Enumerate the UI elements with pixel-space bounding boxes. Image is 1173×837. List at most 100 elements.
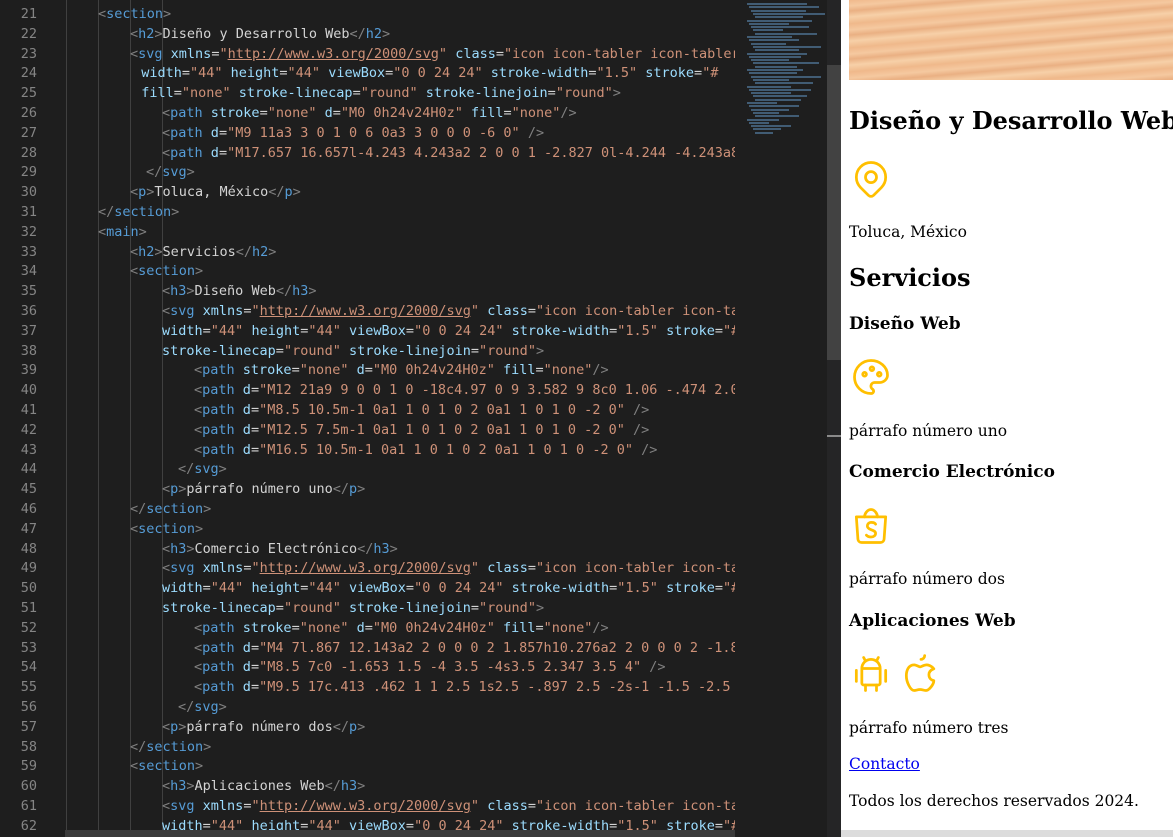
code-line[interactable]: <path d="M12 21a9 9 0 0 1 0 -18c4.97 0 9… [194,381,735,401]
services-title: Servicios [849,263,971,292]
code-token: < [162,124,171,141]
code-line[interactable]: fill="none" stroke-linecap="round" strok… [141,84,621,104]
code-line[interactable]: width="44" height="44" viewBox="0 0 24 2… [141,64,718,84]
code-line[interactable]: </svg> [178,698,227,718]
code-token: section [146,501,204,517]
code-line[interactable]: width="44" height="44" viewBox="0 0 24 2… [162,322,735,342]
code-line[interactable]: <p>Toluca, México</p> [130,183,301,203]
preview-horizontal-scrollbar[interactable] [841,830,1173,837]
code-line[interactable]: <section> [130,262,203,282]
code-token: = [181,65,190,82]
code-line[interactable]: <p>párrafo número uno</p> [162,480,365,500]
code-token: < [194,639,203,656]
code-token: fill [470,105,504,121]
code-line[interactable]: </section> [130,500,211,520]
service-title-aplicaciones: Aplicaciones Web [849,611,1016,631]
code-token: /> [632,421,650,438]
code-line[interactable]: </section> [130,738,211,758]
code-line[interactable]: <h2>Servicios</h2> [130,243,276,263]
code-line[interactable]: <h3>Diseño Web</h3> [162,282,317,302]
page-title: Diseño y Desarrollo Web [849,106,1173,135]
code-line[interactable]: <path stroke="none" d="M0 0h24v24H0z" fi… [162,104,577,124]
code-line[interactable]: </section> [98,203,179,223]
code-token: = [535,362,544,379]
scrollbar-thumb[interactable] [827,65,841,360]
code-line[interactable]: <path d="M4 7l.867 12.143a2 2 0 0 0 2 1.… [194,639,735,659]
line-number: 38 [20,342,37,359]
code-line[interactable]: <p>párrafo número dos</p> [162,718,365,738]
code-line[interactable]: <path d="M16.5 10.5m-1 0a1 1 0 1 0 2 0a1… [194,441,657,461]
code-editor[interactable]: 21 22 23 24 25 26 27 28 29 30 31 32 33 34 35 36 37 38 39 40… [0,0,735,837]
code-line[interactable]: <section> [130,520,203,540]
line-number: 62 [20,817,37,834]
code-token: "44" [308,322,341,339]
code-line[interactable]: <svg xmlns="http://www.w3.org/2000/svg" … [162,559,735,579]
code-token: = [535,619,544,636]
code-line[interactable]: stroke-linecap="round" stroke-linejoin="… [162,599,544,619]
code-token: "round" [479,600,536,616]
code-line[interactable]: <main> [98,223,147,243]
code-line[interactable]: <path d="M9 11a3 3 0 1 0 6 0a3 3 0 0 0 -… [162,124,544,144]
code-line[interactable]: stroke-linecap="round" stroke-linejoin="… [162,342,544,362]
code-line[interactable]: <svg xmlns="http://www.w3.org/2000/svg" … [162,302,735,322]
code-line[interactable]: <h3>Aplicaciones Web</h3> [162,777,365,797]
minimap[interactable] [735,0,827,837]
contact-link[interactable]: Contacto [849,755,920,773]
code-token: > [308,283,317,300]
line-number: 23 [20,45,37,62]
code-token: stroke [242,619,292,636]
minimap-line [751,59,789,62]
code-line[interactable]: <path stroke="none" d="M0 0h24v24H0z" fi… [194,361,609,381]
minimap-line [753,29,783,32]
code-line[interactable]: </svg> [178,460,227,480]
code-line[interactable]: <path d="M8.5 7c0 -1.653 1.5 -4 3.5 -4s3… [194,658,666,678]
editor-horizontal-scrollbar[interactable] [65,830,735,837]
code-token: < [194,421,203,438]
code-token: > [138,223,147,240]
code-line[interactable]: <path stroke="none" d="M0 0h24v24H0z" fi… [194,619,609,639]
code-line[interactable]: <h2>Diseño y Desarrollo Web</h2> [130,25,390,45]
code-line[interactable]: <svg xmlns="http://www.w3.org/2000/svg" … [130,45,735,65]
code-token: d [242,679,251,696]
code-line[interactable]: <path d="M8.5 10.5m-1 0a1 1 0 1 0 2 0a1 … [194,401,649,421]
code-line[interactable]: <section> [130,757,203,777]
code-line[interactable]: <section> [98,5,171,25]
minimap-line [751,42,786,45]
code-token: section [106,6,164,22]
code-token: > [186,283,195,300]
minimap-line [751,125,791,128]
code-line[interactable]: width="44" height="44" viewBox="0 0 24 2… [162,579,735,599]
code-token: " [470,560,480,577]
code-token: > [612,85,621,102]
line-number: 35 [20,283,37,300]
code-token: d [356,362,365,379]
line-number: 61 [20,798,37,814]
code-token: "44" [189,65,223,82]
code-token: path [202,441,235,458]
code-token: p [349,718,358,735]
line-number: 59 [20,758,37,775]
code-token: " [470,798,480,814]
code-line[interactable]: </svg> [146,163,195,183]
code-token: < [194,382,203,399]
code-token: < [162,798,171,814]
code-line[interactable]: <h3>Comercio Electrónico</h3> [162,540,398,560]
code-line[interactable]: <path d="M9.5 17c.413 .462 1 1 2.5 1s2.5… [194,678,735,698]
code-token: "icon icon-tabler icon-tabler- [503,45,735,62]
code-line[interactable]: <svg xmlns="http://www.w3.org/2000/svg" … [162,797,735,817]
code-token: " [219,45,228,62]
code-line[interactable]: <path d="M17.657 16.657l-4.243 4.243a2 2… [162,144,735,164]
code-token: > [186,164,195,181]
code-token: "44" [210,580,244,597]
location-text: Toluca, México [849,223,967,241]
code-line[interactable]: <path d="M12.5 7.5m-1 0a1 1 0 1 0 2 0a1 … [194,421,649,441]
code-token: d [210,144,219,161]
code-token: stroke [210,105,260,121]
code-token: stroke [242,362,292,379]
code-token: path [170,124,203,141]
